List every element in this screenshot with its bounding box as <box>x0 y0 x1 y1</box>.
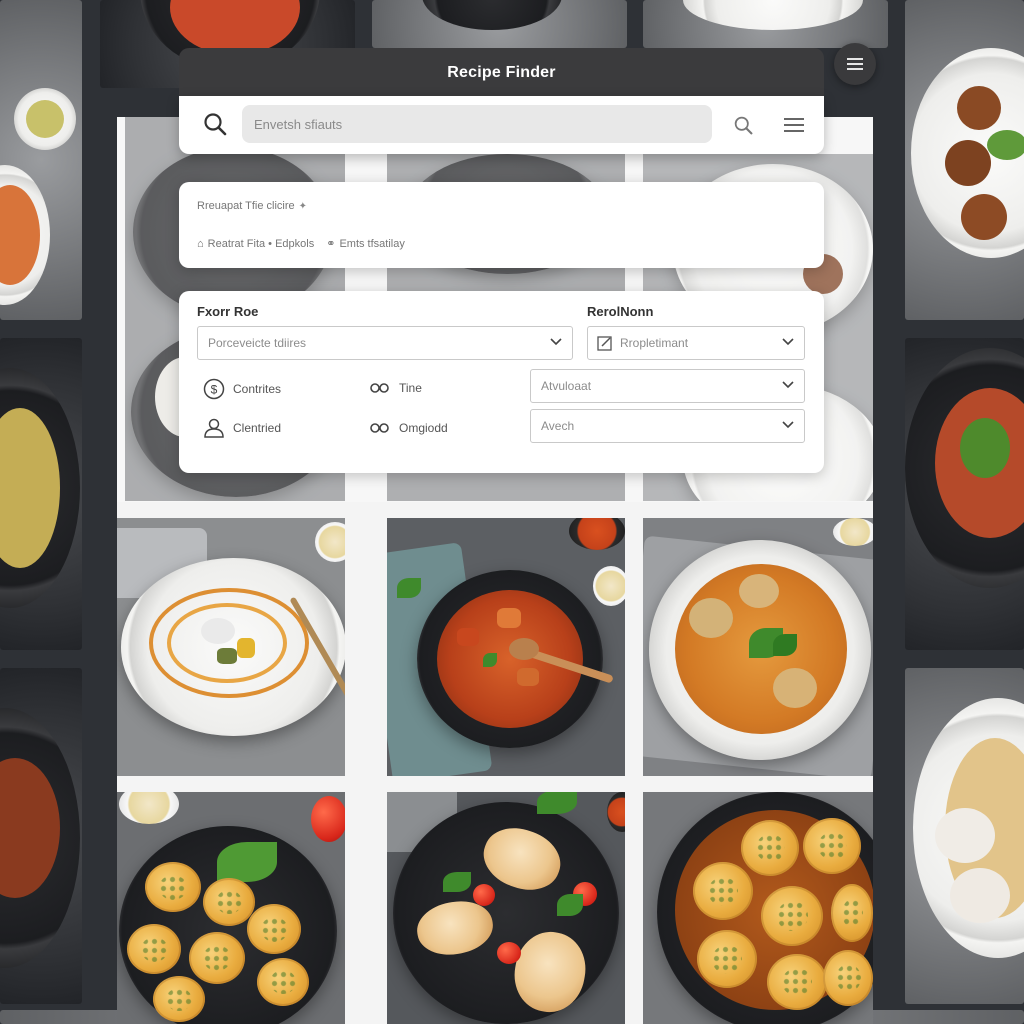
bg-photo <box>0 338 82 650</box>
chevron-down-icon <box>782 421 794 429</box>
availability-select[interactable]: Atvuloaat <box>530 369 805 403</box>
bg-photo <box>905 668 1024 1004</box>
search-input[interactable] <box>242 105 712 143</box>
link-icon <box>370 383 389 393</box>
recipe-card[interactable] <box>643 518 873 776</box>
filter-section-label: RerolNonn <box>587 304 654 319</box>
cuisine-select[interactable]: Porceveicte tdiires <box>197 326 573 360</box>
chevron-down-icon <box>550 338 562 346</box>
info-line-primary: Rreuapat Tfie clicire ✦ <box>197 200 307 212</box>
search-icon[interactable] <box>201 110 229 138</box>
option-label: Tine <box>399 381 422 395</box>
select-value: Porceveicte tdiires <box>208 336 307 350</box>
select-value: Atvuloaat <box>541 379 592 393</box>
bg-photo <box>905 0 1024 320</box>
app-titlebar: Recipe Finder <box>179 48 824 98</box>
option-label: Omgiodd <box>399 421 448 435</box>
bg-photo <box>0 0 82 320</box>
search-submit-icon[interactable] <box>730 112 756 138</box>
dollar-icon: $ <box>203 378 225 400</box>
chevron-down-icon <box>782 338 794 346</box>
info-line-secondary: ⌂ Reatrat Fita • Edpkols ⚭ Emts tfsatila… <box>197 237 405 251</box>
option-label: Contrites <box>233 382 282 396</box>
option-label: Clentried <box>233 421 282 435</box>
hamburger-icon <box>847 58 863 70</box>
filter-option[interactable]: $ Contrites <box>203 378 281 400</box>
bg-photo <box>0 668 82 1004</box>
tag-icon: ⌂ <box>197 237 204 250</box>
recipe-card[interactable] <box>117 518 345 776</box>
sparkle-icon: ✦ <box>298 200 308 212</box>
search-select[interactable]: Avech <box>530 409 805 443</box>
info-panel: Rreuapat Tfie clicire ✦ ⌂ Reatrat Fita •… <box>179 182 824 268</box>
filter-option[interactable]: Clentried <box>203 417 281 439</box>
app-title: Recipe Finder <box>447 64 556 81</box>
select-value: Rropletimant <box>620 336 689 350</box>
svg-text:$: $ <box>211 383 218 397</box>
select-value: Avech <box>541 419 575 433</box>
link-icon: ⚭ <box>326 238 336 250</box>
recipe-card[interactable] <box>387 792 625 1024</box>
edit-icon <box>597 336 612 351</box>
filter-option[interactable]: Omgiodd <box>369 419 448 437</box>
menu-icon[interactable] <box>781 113 807 137</box>
chevron-down-icon <box>782 381 794 389</box>
bg-photo <box>905 338 1024 650</box>
link-icon <box>370 423 389 433</box>
filter-section-label: Fxorr Roe <box>197 304 259 319</box>
info-text: Emts tfsatilay <box>339 237 405 250</box>
info-text: Reatrat Fita • Edpkols <box>207 237 315 250</box>
recipe-card[interactable] <box>117 792 345 1024</box>
info-text: Rreuapat Tfie clicire <box>197 200 295 212</box>
filter-panel: Fxorr Roe RerolNonn Porceveicte tdiires … <box>179 291 824 473</box>
filter-option[interactable]: Tine <box>369 379 422 397</box>
bg-photo <box>372 0 627 48</box>
search-bar <box>179 96 824 154</box>
bg-photo <box>643 0 888 48</box>
recipe-card[interactable] <box>387 518 625 776</box>
person-icon <box>204 418 224 438</box>
menu-button[interactable] <box>834 43 876 85</box>
sort-select[interactable]: Rropletimant <box>587 326 805 360</box>
recipe-card[interactable] <box>643 792 873 1024</box>
